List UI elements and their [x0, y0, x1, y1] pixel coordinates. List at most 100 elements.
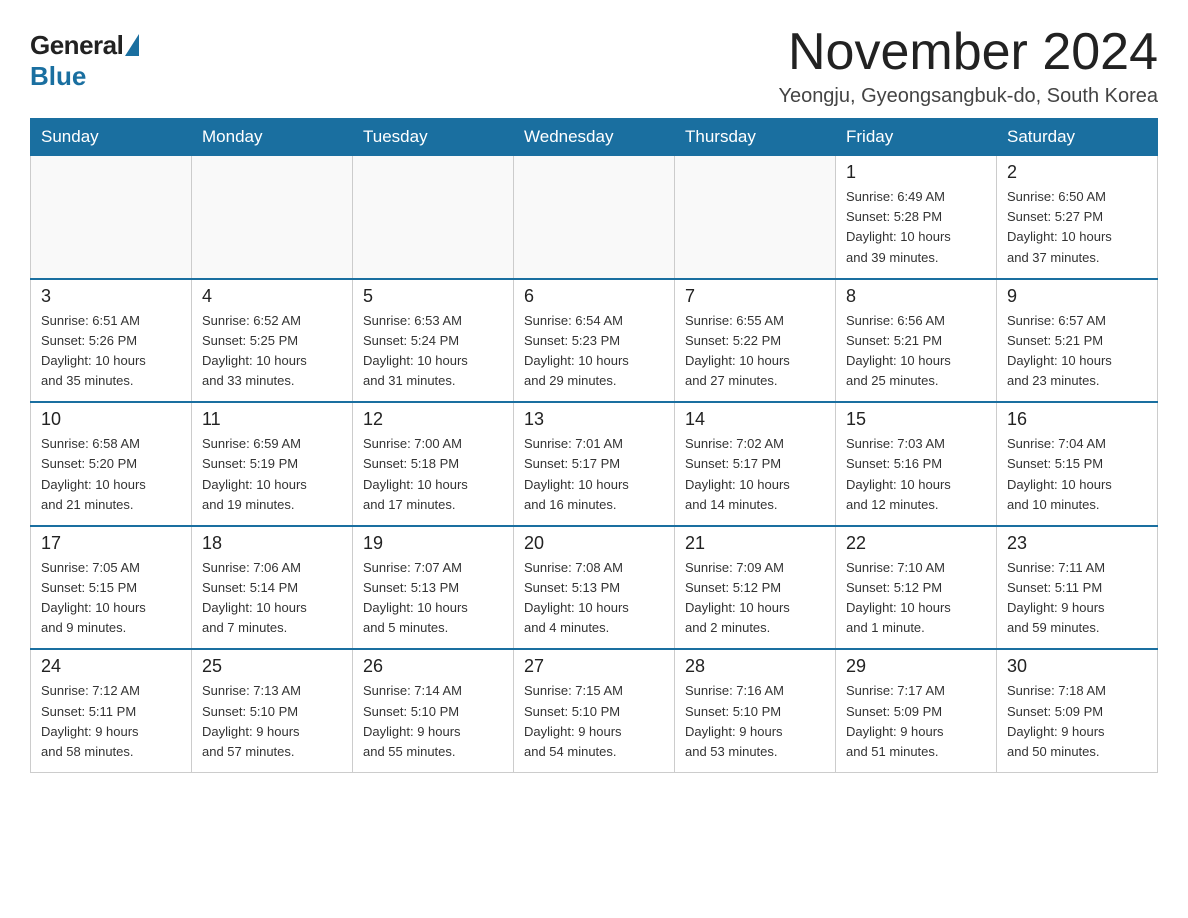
calendar-cell: 4 Sunrise: 6:52 AM Sunset: 5:25 PM Daylig…	[192, 279, 353, 403]
calendar-cell: 22 Sunrise: 7:10 AM Sunset: 5:12 PM Dayli…	[836, 526, 997, 650]
day-info: Sunrise: 6:57 AM Sunset: 5:21 PM Dayligh…	[1007, 311, 1147, 392]
calendar-header-row: SundayMondayTuesdayWednesdayThursdayFrid…	[31, 119, 1158, 156]
calendar-cell: 30 Sunrise: 7:18 AM Sunset: 5:09 PM Dayli…	[997, 649, 1158, 772]
weekday-header-monday: Monday	[192, 119, 353, 156]
calendar-cell: 12 Sunrise: 7:00 AM Sunset: 5:18 PM Dayli…	[353, 402, 514, 526]
day-number: 27	[524, 656, 664, 677]
day-info: Sunrise: 7:10 AM Sunset: 5:12 PM Dayligh…	[846, 558, 986, 639]
day-number: 5	[363, 286, 503, 307]
weekday-header-thursday: Thursday	[675, 119, 836, 156]
calendar-cell	[675, 156, 836, 279]
day-info: Sunrise: 6:58 AM Sunset: 5:20 PM Dayligh…	[41, 434, 181, 515]
calendar-cell: 10 Sunrise: 6:58 AM Sunset: 5:20 PM Dayli…	[31, 402, 192, 526]
day-number: 4	[202, 286, 342, 307]
calendar-cell: 1Sunrise: 6:49 AM Sunset: 5:28 PM Daylig…	[836, 156, 997, 279]
day-info: Sunrise: 7:04 AM Sunset: 5:15 PM Dayligh…	[1007, 434, 1147, 515]
calendar-cell	[353, 156, 514, 279]
weekday-header-sunday: Sunday	[31, 119, 192, 156]
calendar-cell: 29 Sunrise: 7:17 AM Sunset: 5:09 PM Dayli…	[836, 649, 997, 772]
day-number: 11	[202, 409, 342, 430]
day-info: Sunrise: 6:50 AM Sunset: 5:27 PM Dayligh…	[1007, 187, 1147, 268]
calendar-cell: 13Sunrise: 7:01 AM Sunset: 5:17 PM Dayli…	[514, 402, 675, 526]
calendar-cell: 26 Sunrise: 7:14 AM Sunset: 5:10 PM Dayli…	[353, 649, 514, 772]
day-info: Sunrise: 6:54 AM Sunset: 5:23 PM Dayligh…	[524, 311, 664, 392]
calendar-week-row: 17 Sunrise: 7:05 AM Sunset: 5:15 PM Dayli…	[31, 526, 1158, 650]
day-info: Sunrise: 7:16 AM Sunset: 5:10 PM Dayligh…	[685, 681, 825, 762]
calendar-cell: 23Sunrise: 7:11 AM Sunset: 5:11 PM Dayli…	[997, 526, 1158, 650]
calendar-week-row: 1Sunrise: 6:49 AM Sunset: 5:28 PM Daylig…	[31, 156, 1158, 279]
logo-general-text: General	[30, 30, 123, 61]
calendar-cell: 28Sunrise: 7:16 AM Sunset: 5:10 PM Dayli…	[675, 649, 836, 772]
day-info: Sunrise: 7:01 AM Sunset: 5:17 PM Dayligh…	[524, 434, 664, 515]
calendar-cell: 2 Sunrise: 6:50 AM Sunset: 5:27 PM Daylig…	[997, 156, 1158, 279]
day-number: 24	[41, 656, 181, 677]
day-number: 8	[846, 286, 986, 307]
logo-blue-text: Blue	[30, 61, 86, 92]
day-info: Sunrise: 6:52 AM Sunset: 5:25 PM Dayligh…	[202, 311, 342, 392]
day-number: 17	[41, 533, 181, 554]
day-number: 25	[202, 656, 342, 677]
calendar-cell: 25 Sunrise: 7:13 AM Sunset: 5:10 PM Dayli…	[192, 649, 353, 772]
calendar-week-row: 3 Sunrise: 6:51 AM Sunset: 5:26 PM Daylig…	[31, 279, 1158, 403]
day-number: 22	[846, 533, 986, 554]
day-info: Sunrise: 6:55 AM Sunset: 5:22 PM Dayligh…	[685, 311, 825, 392]
header: General Blue November 2024 Yeongju, Gyeo…	[30, 24, 1158, 108]
calendar-cell: 18Sunrise: 7:06 AM Sunset: 5:14 PM Dayli…	[192, 526, 353, 650]
weekday-header-wednesday: Wednesday	[514, 119, 675, 156]
logo-triangle-icon	[125, 34, 139, 56]
weekday-header-friday: Friday	[836, 119, 997, 156]
calendar-cell	[192, 156, 353, 279]
day-number: 29	[846, 656, 986, 677]
calendar-cell: 7 Sunrise: 6:55 AM Sunset: 5:22 PM Daylig…	[675, 279, 836, 403]
title-area: November 2024 Yeongju, Gyeongsangbuk-do,…	[778, 24, 1158, 108]
calendar-cell	[514, 156, 675, 279]
day-info: Sunrise: 7:12 AM Sunset: 5:11 PM Dayligh…	[41, 681, 181, 762]
day-number: 19	[363, 533, 503, 554]
day-number: 6	[524, 286, 664, 307]
calendar-cell: 8 Sunrise: 6:56 AM Sunset: 5:21 PM Daylig…	[836, 279, 997, 403]
location-title: Yeongju, Gyeongsangbuk-do, South Korea	[778, 85, 1158, 108]
calendar-cell: 27 Sunrise: 7:15 AM Sunset: 5:10 PM Dayli…	[514, 649, 675, 772]
day-info: Sunrise: 7:07 AM Sunset: 5:13 PM Dayligh…	[363, 558, 503, 639]
day-number: 2	[1007, 162, 1147, 183]
day-info: Sunrise: 6:51 AM Sunset: 5:26 PM Dayligh…	[41, 311, 181, 392]
calendar-cell: 21Sunrise: 7:09 AM Sunset: 5:12 PM Dayli…	[675, 526, 836, 650]
day-number: 3	[41, 286, 181, 307]
weekday-header-tuesday: Tuesday	[353, 119, 514, 156]
calendar-cell: 5Sunrise: 6:53 AM Sunset: 5:24 PM Daylig…	[353, 279, 514, 403]
calendar-table: SundayMondayTuesdayWednesdayThursdayFrid…	[30, 118, 1158, 773]
day-info: Sunrise: 7:08 AM Sunset: 5:13 PM Dayligh…	[524, 558, 664, 639]
day-number: 12	[363, 409, 503, 430]
day-number: 18	[202, 533, 342, 554]
calendar-cell: 14Sunrise: 7:02 AM Sunset: 5:17 PM Dayli…	[675, 402, 836, 526]
day-info: Sunrise: 7:14 AM Sunset: 5:10 PM Dayligh…	[363, 681, 503, 762]
calendar-cell: 24 Sunrise: 7:12 AM Sunset: 5:11 PM Dayli…	[31, 649, 192, 772]
calendar-cell: 9Sunrise: 6:57 AM Sunset: 5:21 PM Daylig…	[997, 279, 1158, 403]
day-info: Sunrise: 7:17 AM Sunset: 5:09 PM Dayligh…	[846, 681, 986, 762]
day-number: 16	[1007, 409, 1147, 430]
day-info: Sunrise: 7:18 AM Sunset: 5:09 PM Dayligh…	[1007, 681, 1147, 762]
calendar-cell	[31, 156, 192, 279]
month-title: November 2024	[778, 24, 1158, 81]
day-info: Sunrise: 7:09 AM Sunset: 5:12 PM Dayligh…	[685, 558, 825, 639]
day-number: 10	[41, 409, 181, 430]
calendar-cell: 15Sunrise: 7:03 AM Sunset: 5:16 PM Dayli…	[836, 402, 997, 526]
day-info: Sunrise: 7:00 AM Sunset: 5:18 PM Dayligh…	[363, 434, 503, 515]
day-info: Sunrise: 6:59 AM Sunset: 5:19 PM Dayligh…	[202, 434, 342, 515]
calendar-cell: 19 Sunrise: 7:07 AM Sunset: 5:13 PM Dayli…	[353, 526, 514, 650]
day-info: Sunrise: 6:49 AM Sunset: 5:28 PM Dayligh…	[846, 187, 986, 268]
day-info: Sunrise: 6:56 AM Sunset: 5:21 PM Dayligh…	[846, 311, 986, 392]
day-number: 7	[685, 286, 825, 307]
day-info: Sunrise: 7:05 AM Sunset: 5:15 PM Dayligh…	[41, 558, 181, 639]
calendar-week-row: 24 Sunrise: 7:12 AM Sunset: 5:11 PM Dayli…	[31, 649, 1158, 772]
day-number: 20	[524, 533, 664, 554]
day-info: Sunrise: 7:15 AM Sunset: 5:10 PM Dayligh…	[524, 681, 664, 762]
calendar-cell: 16 Sunrise: 7:04 AM Sunset: 5:15 PM Dayli…	[997, 402, 1158, 526]
day-number: 26	[363, 656, 503, 677]
weekday-header-saturday: Saturday	[997, 119, 1158, 156]
calendar-cell: 17 Sunrise: 7:05 AM Sunset: 5:15 PM Dayli…	[31, 526, 192, 650]
calendar-cell: 3 Sunrise: 6:51 AM Sunset: 5:26 PM Daylig…	[31, 279, 192, 403]
day-info: Sunrise: 7:11 AM Sunset: 5:11 PM Dayligh…	[1007, 558, 1147, 639]
day-info: Sunrise: 7:13 AM Sunset: 5:10 PM Dayligh…	[202, 681, 342, 762]
day-number: 30	[1007, 656, 1147, 677]
